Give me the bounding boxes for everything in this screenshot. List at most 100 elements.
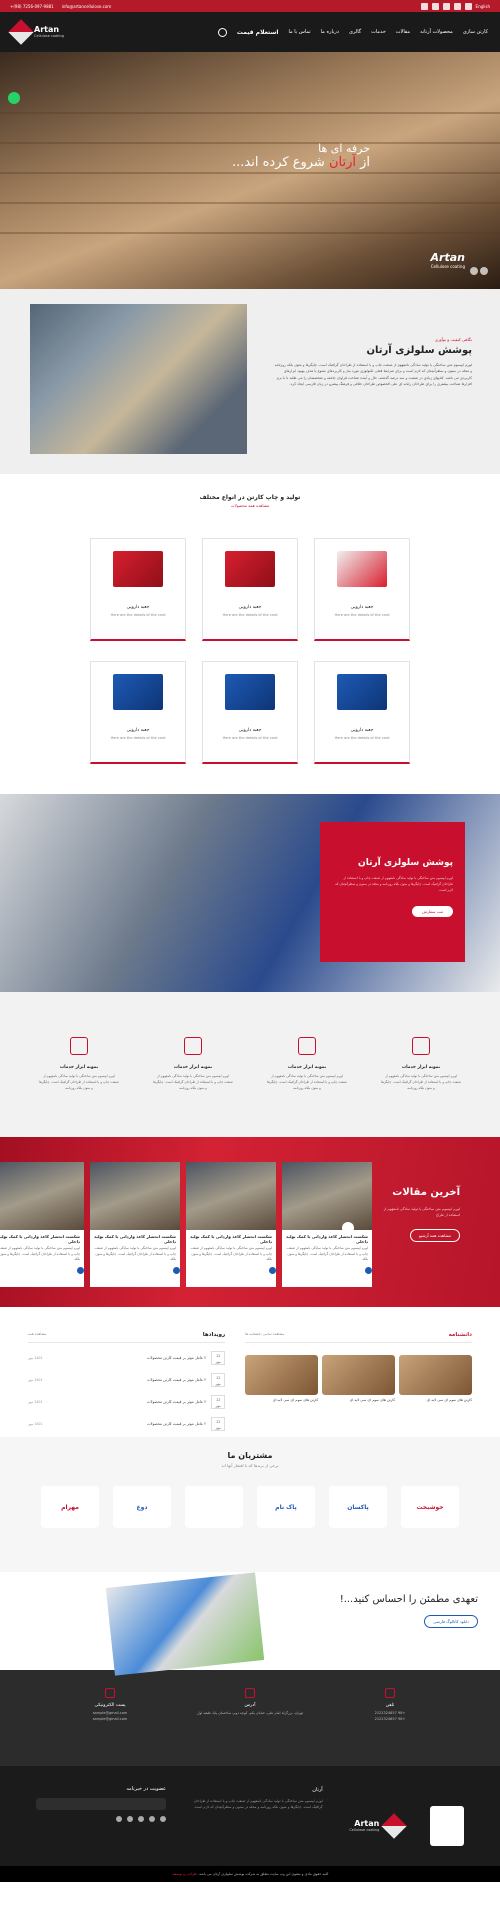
customer-logo[interactable]: مهرام <box>41 1486 99 1528</box>
whatsapp-float-icon[interactable] <box>8 92 20 104</box>
events-more-link[interactable]: مشاهده همه <box>28 1332 46 1338</box>
service-item[interactable]: نمونه ابزار خدمات لورم ایپسوم متن ساختگی… <box>267 1037 347 1092</box>
service-desc: لورم ایپسوم متن ساختگی با تولید سادگی نا… <box>153 1074 233 1090</box>
knowledge-list: کارتن های سوم ای سی لایه ای کارتن های سو… <box>245 1355 472 1402</box>
event-item[interactable]: 12 مهر ۲ عامل موثر بر قیمت کارتن محصولات … <box>28 1373 226 1387</box>
promo-banner: پوشش سلولزی آرتان لورم ایپسوم متن ساختگی… <box>0 794 500 992</box>
telegram-icon[interactable] <box>138 1816 145 1822</box>
footer-logo-text: Artan <box>354 1819 380 1828</box>
article-card[interactable]: شکست انحصار کاغذ واردانی با کمک تولید دا… <box>282 1162 372 1287</box>
service-icon <box>184 1037 202 1056</box>
linkedin-icon[interactable] <box>160 1816 167 1822</box>
service-item[interactable]: نمونه ابزار خدمات لورم ایپسوم متن ساختگی… <box>39 1037 119 1092</box>
view-all-products-link[interactable]: مشاهده همه محصولات <box>0 503 500 508</box>
event-item[interactable]: 12 مهر ۲ عامل موثر بر قیمت کارتن محصولات … <box>28 1417 226 1431</box>
slider-next-icon[interactable] <box>480 267 488 275</box>
price-inquiry-button[interactable]: استعلام قیمت <box>237 29 279 36</box>
products-title: تولید و چاپ کارتن در انواع مختلف <box>199 494 301 501</box>
event-item[interactable]: 12 مهر ۲ عامل موثر بر قیمت کارتن محصولات … <box>28 1395 226 1409</box>
phone-text[interactable]: +(98) 7256-097-9881 <box>10 4 54 9</box>
instagram-icon[interactable] <box>464 2 472 10</box>
download-catalog-button[interactable]: دانلود کاتالوگ فارسی <box>424 1615 478 1628</box>
language-selector[interactable]: English <box>476 4 490 9</box>
event-date: 1401 مهر <box>28 1400 43 1404</box>
nav-item-services[interactable]: خدمات <box>371 29 386 35</box>
service-item[interactable]: نمونه ابزار خدمات لورم ایپسوم متن ساختگی… <box>381 1037 461 1092</box>
nav-item-about[interactable]: درباره ما <box>321 29 339 35</box>
article-card[interactable]: شکست انحصار کاغذ واردانی با کمک تولید دا… <box>90 1162 180 1287</box>
facebook-icon[interactable] <box>453 2 461 10</box>
customer-logo[interactable]: خوشبخت <box>401 1486 459 1528</box>
event-item[interactable]: 12 مهر ۲ عامل موثر بر قیمت کارتن محصولات … <box>28 1351 226 1365</box>
nav-item-contact[interactable]: تماس با ما <box>288 29 310 35</box>
article-card[interactable]: شکست انحصار کاغذ واردانی با کمک تولید دا… <box>0 1162 84 1287</box>
trust-badge[interactable] <box>430 1806 464 1846</box>
articles-archive-button[interactable]: مشاهده همه آرشیو <box>409 1228 460 1242</box>
product-desc: Here are the details of the card <box>222 613 278 617</box>
article-card[interactable]: شکست انحصار کاغذ واردانی با کمک تولید دا… <box>186 1162 276 1287</box>
customer-logo[interactable]: پاکسان <box>329 1486 387 1528</box>
products-section: تولید و چاپ کارتن در انواع مختلف مشاهده … <box>0 474 500 794</box>
instagram-icon[interactable] <box>127 1816 134 1822</box>
product-card[interactable]: جعبه دارویی Here are the details of the … <box>90 538 186 641</box>
slider-prev-icon[interactable] <box>470 267 478 275</box>
facebook-icon[interactable] <box>116 1816 123 1822</box>
linkedin-icon[interactable] <box>420 2 428 10</box>
nav-item-gallery[interactable]: گالری <box>349 29 361 35</box>
product-card[interactable]: جعبه دارویی Here are the details of the … <box>202 661 298 764</box>
logo-text: Artan <box>34 25 60 34</box>
service-title: نمونه ابزار خدمات <box>287 1065 327 1071</box>
product-card[interactable]: جعبه دارویی Here are the details of the … <box>314 538 410 641</box>
knowledge-item-title: کارتن های سوم ای سی لایه ای <box>349 1398 396 1402</box>
knowledge-item[interactable]: کارتن های سوم ای سی لایه ای <box>399 1355 472 1402</box>
article-image <box>90 1162 180 1230</box>
whatsapp-icon[interactable] <box>431 2 439 10</box>
credit-text: طراحی و توسعه: <box>171 1872 197 1876</box>
customer-logo[interactable]: پاک نام <box>257 1486 315 1528</box>
customer-logos: خوشبخت پاکسان پاک نام دوغ مهرام <box>0 1486 500 1528</box>
knowledge-item[interactable]: کارتن های سوم ای سی لایه ای <box>245 1355 319 1402</box>
event-date: 1401 مهر <box>28 1422 43 1426</box>
service-desc: لورم ایپسوم متن ساختگی با تولید سادگی نا… <box>39 1074 119 1090</box>
event-date-box: 12 مهر <box>211 1373 226 1387</box>
email-text[interactable]: info@artancellulose.com <box>62 4 112 9</box>
customer-logo[interactable]: دوغ <box>113 1486 171 1528</box>
contact-item: تلفن +98 2122324857 +98 2122324857 <box>330 1688 450 1723</box>
event-date: 1401 مهر <box>28 1356 43 1360</box>
contact-value[interactable]: +98 2122324857 +98 2122324857 <box>330 1711 450 1723</box>
service-title: نمونه ابزار خدمات <box>401 1065 441 1071</box>
nav-item-products[interactable]: محصولات آرتانه <box>420 29 453 35</box>
footer-about-body: لورم ایپسوم متن ساختگی با تولید سادگی نا… <box>193 1799 323 1810</box>
search-icon[interactable] <box>217 27 227 37</box>
customer-logo[interactable] <box>185 1486 243 1528</box>
order-button[interactable]: ثبت سفارش <box>412 905 453 917</box>
site-logo[interactable]: Artan Cellulose coating <box>8 19 64 45</box>
product-desc: Here are the details of the card <box>334 736 390 740</box>
nav-item-articles[interactable]: مقالات <box>396 29 410 35</box>
product-grid: جعبه دارویی Here are the details of the … <box>0 538 500 764</box>
hero-brand: Artan Cellulose coating <box>430 251 465 269</box>
read-more-icon[interactable] <box>173 1266 180 1274</box>
product-card[interactable]: جعبه دارویی Here are the details of the … <box>90 661 186 764</box>
telegram-icon[interactable] <box>442 2 450 10</box>
product-card[interactable]: جعبه دارویی Here are the details of the … <box>202 538 298 641</box>
knowledge-item[interactable]: کارتن های سوم ای سی لایه ای <box>322 1355 396 1402</box>
product-card[interactable]: جعبه دارویی Here are the details of the … <box>314 661 410 764</box>
service-item[interactable]: نمونه ابزار خدمات لورم ایپسوم متن ساختگی… <box>153 1037 233 1092</box>
contact-value[interactable]: sample@gmail.com sample@gmail.com <box>50 1711 170 1723</box>
carousel-arrow-icon[interactable] <box>342 1222 354 1234</box>
intro-tag: نگاهی کیفیت و نوآوری <box>434 337 472 342</box>
whatsapp-icon[interactable] <box>149 1816 156 1822</box>
service-title: نمونه ابزار خدمات <box>173 1065 213 1071</box>
knowledge-more-link[interactable]: مشاهده تمامی دانشنامه ها <box>245 1332 284 1338</box>
read-more-icon[interactable] <box>77 1266 84 1274</box>
read-more-icon[interactable] <box>365 1266 372 1274</box>
newsletter-email-input[interactable] <box>36 1798 167 1810</box>
product-desc: Here are the details of the card <box>110 736 166 740</box>
article-image <box>0 1162 84 1230</box>
footer-logo[interactable] <box>430 1786 464 1866</box>
footer-about: آرتان لورم ایپسوم متن ساختگی با تولید سا… <box>193 1786 323 1866</box>
contact-value[interactable]: تهران، بزرگراه امام علی، خیابان یکم، کوچ… <box>190 1711 310 1717</box>
read-more-icon[interactable] <box>269 1266 276 1274</box>
nav-item-cartons[interactable]: کارتن سازی <box>463 29 488 35</box>
